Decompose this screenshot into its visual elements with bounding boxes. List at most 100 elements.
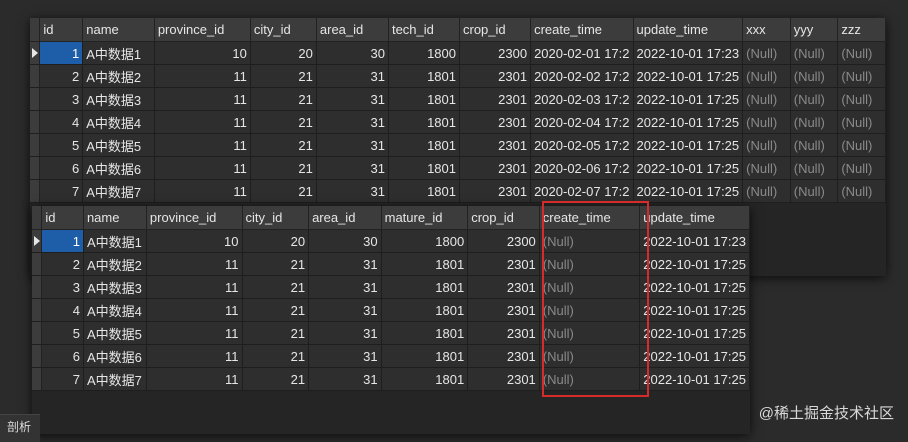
cell-name[interactable]: A中数据4 bbox=[83, 298, 147, 322]
cell-city-id[interactable]: 21 bbox=[242, 252, 310, 276]
cell-id[interactable]: 7 bbox=[41, 367, 84, 391]
cell-crop-id[interactable]: 2301 bbox=[459, 87, 532, 111]
cell-xxx[interactable]: (Null) bbox=[742, 41, 791, 65]
cell-city-id[interactable]: 21 bbox=[242, 275, 310, 299]
cell-city-id[interactable]: 21 bbox=[250, 179, 317, 203]
column-header-yyy[interactable]: yyy bbox=[790, 18, 839, 42]
cell-yyy[interactable]: (Null) bbox=[790, 179, 839, 203]
cell-area-id[interactable]: 30 bbox=[308, 229, 382, 253]
cell-name[interactable]: A中数据2 bbox=[83, 252, 147, 276]
cell-province-id[interactable]: 11 bbox=[154, 87, 251, 111]
cell-city-id[interactable]: 21 bbox=[242, 298, 310, 322]
cell-city-id[interactable]: 21 bbox=[242, 367, 310, 391]
cell-city-id[interactable]: 21 bbox=[250, 64, 317, 88]
cell-zzz[interactable]: (Null) bbox=[837, 87, 886, 111]
cell-crop-id[interactable]: 2301 bbox=[459, 133, 532, 157]
row-indicator[interactable] bbox=[30, 87, 41, 111]
cell-area-id[interactable]: 31 bbox=[316, 133, 389, 157]
table-row[interactable]: 5 A中数据5 11 21 31 1801 2301 2020-02-05 17:2 2022-… bbox=[30, 133, 886, 157]
column-header-crop-id[interactable]: crop_id bbox=[459, 18, 532, 42]
column-header-mature-id[interactable]: mature_id bbox=[381, 206, 469, 230]
cell-tech-id[interactable]: 1801 bbox=[388, 156, 461, 180]
cell-name[interactable]: A中数据6 bbox=[83, 344, 147, 368]
column-header-id[interactable]: id bbox=[41, 206, 84, 230]
row-indicator[interactable] bbox=[30, 156, 41, 180]
cell-zzz[interactable]: (Null) bbox=[837, 64, 886, 88]
row-indicator[interactable] bbox=[32, 229, 43, 253]
cell-name[interactable]: A中数据1 bbox=[82, 41, 155, 65]
table-row[interactable]: 3 A中数据3 11 21 31 1801 2301 2020-02-03 17:2 2022-… bbox=[30, 87, 886, 111]
cell-id[interactable]: 5 bbox=[41, 321, 84, 345]
cell-area-id[interactable]: 31 bbox=[308, 275, 382, 299]
column-header-id[interactable]: id bbox=[39, 18, 84, 42]
cell-city-id[interactable]: 21 bbox=[242, 344, 310, 368]
cell-province-id[interactable]: 10 bbox=[146, 229, 243, 253]
row-indicator[interactable] bbox=[32, 367, 43, 391]
cell-zzz[interactable]: (Null) bbox=[837, 133, 886, 157]
footer-tab-profile[interactable]: 剖析 bbox=[0, 414, 40, 442]
cell-mature-id[interactable]: 1801 bbox=[381, 321, 469, 345]
row-indicator[interactable] bbox=[32, 321, 43, 345]
row-indicator[interactable] bbox=[32, 252, 43, 276]
column-header-name[interactable]: name bbox=[82, 18, 155, 42]
cell-city-id[interactable]: 21 bbox=[250, 110, 317, 134]
cell-city-id[interactable]: 21 bbox=[250, 87, 317, 111]
cell-province-id[interactable]: 11 bbox=[146, 298, 243, 322]
cell-area-id[interactable]: 31 bbox=[308, 321, 382, 345]
cell-xxx[interactable]: (Null) bbox=[742, 87, 791, 111]
row-indicator[interactable] bbox=[32, 275, 43, 299]
row-indicator[interactable] bbox=[32, 344, 43, 368]
cell-name[interactable]: A中数据5 bbox=[82, 133, 155, 157]
cell-update-time[interactable]: 2022-10-01 17:25 bbox=[639, 321, 750, 345]
cell-crop-id[interactable]: 2301 bbox=[467, 321, 540, 345]
column-header-area-id[interactable]: area_id bbox=[308, 206, 382, 230]
cell-name[interactable]: A中数据3 bbox=[82, 87, 155, 111]
table-row[interactable]: 7 A中数据7 11 21 31 1801 2301 2020-02-07 17:2 2022-… bbox=[30, 179, 886, 203]
cell-area-id[interactable]: 31 bbox=[316, 64, 389, 88]
column-header-xxx[interactable]: xxx bbox=[742, 18, 791, 42]
row-indicator[interactable] bbox=[32, 298, 43, 322]
cell-xxx[interactable]: (Null) bbox=[742, 179, 791, 203]
cell-name[interactable]: A中数据7 bbox=[83, 367, 147, 391]
table-row[interactable]: 4 A中数据4 11 21 31 1801 2301 2020-02-04 17:2 2022-… bbox=[30, 110, 886, 134]
cell-province-id[interactable]: 11 bbox=[146, 252, 243, 276]
cell-tech-id[interactable]: 1801 bbox=[388, 64, 461, 88]
cell-tech-id[interactable]: 1801 bbox=[388, 110, 461, 134]
row-indicator[interactable] bbox=[30, 41, 41, 65]
cell-xxx[interactable]: (Null) bbox=[742, 133, 791, 157]
cell-id[interactable]: 3 bbox=[39, 87, 84, 111]
cell-area-id[interactable]: 31 bbox=[308, 344, 382, 368]
cell-area-id[interactable]: 31 bbox=[308, 252, 382, 276]
cell-mature-id[interactable]: 1801 bbox=[381, 344, 469, 368]
cell-mature-id[interactable]: 1801 bbox=[381, 275, 469, 299]
cell-create-time[interactable]: 2020-02-07 17:2 bbox=[530, 179, 634, 203]
cell-zzz[interactable]: (Null) bbox=[837, 41, 886, 65]
cell-province-id[interactable]: 11 bbox=[146, 275, 243, 299]
cell-crop-id[interactable]: 2301 bbox=[459, 64, 532, 88]
cell-yyy[interactable]: (Null) bbox=[790, 87, 839, 111]
row-indicator[interactable] bbox=[30, 64, 41, 88]
cell-create-time[interactable]: 2020-02-04 17:2 bbox=[530, 110, 634, 134]
cell-id[interactable]: 7 bbox=[39, 179, 84, 203]
cell-area-id[interactable]: 30 bbox=[316, 41, 389, 65]
cell-yyy[interactable]: (Null) bbox=[790, 41, 839, 65]
cell-update-time[interactable]: 2022-10-01 17:25 bbox=[639, 367, 750, 391]
cell-tech-id[interactable]: 1800 bbox=[388, 41, 461, 65]
cell-province-id[interactable]: 11 bbox=[154, 64, 251, 88]
cell-province-id[interactable]: 11 bbox=[154, 156, 251, 180]
cell-yyy[interactable]: (Null) bbox=[790, 110, 839, 134]
cell-id[interactable]: 6 bbox=[41, 344, 84, 368]
row-indicator[interactable] bbox=[30, 179, 41, 203]
cell-crop-id[interactable]: 2301 bbox=[467, 298, 540, 322]
cell-city-id[interactable]: 21 bbox=[250, 156, 317, 180]
cell-city-id[interactable]: 20 bbox=[242, 229, 310, 253]
column-header-crop-id[interactable]: crop_id bbox=[467, 206, 540, 230]
table-row[interactable]: 2 A中数据2 11 21 31 1801 2301 2020-02-02 17:2 2022-… bbox=[30, 64, 886, 88]
cell-create-time[interactable]: 2020-02-03 17:2 bbox=[530, 87, 634, 111]
cell-id[interactable]: 4 bbox=[41, 298, 84, 322]
cell-crop-id[interactable]: 2301 bbox=[459, 179, 532, 203]
column-header-city-id[interactable]: city_id bbox=[250, 18, 317, 42]
cell-update-time[interactable]: 2022-10-01 17:25 bbox=[633, 64, 744, 88]
cell-name[interactable]: A中数据5 bbox=[83, 321, 147, 345]
cell-yyy[interactable]: (Null) bbox=[790, 156, 839, 180]
